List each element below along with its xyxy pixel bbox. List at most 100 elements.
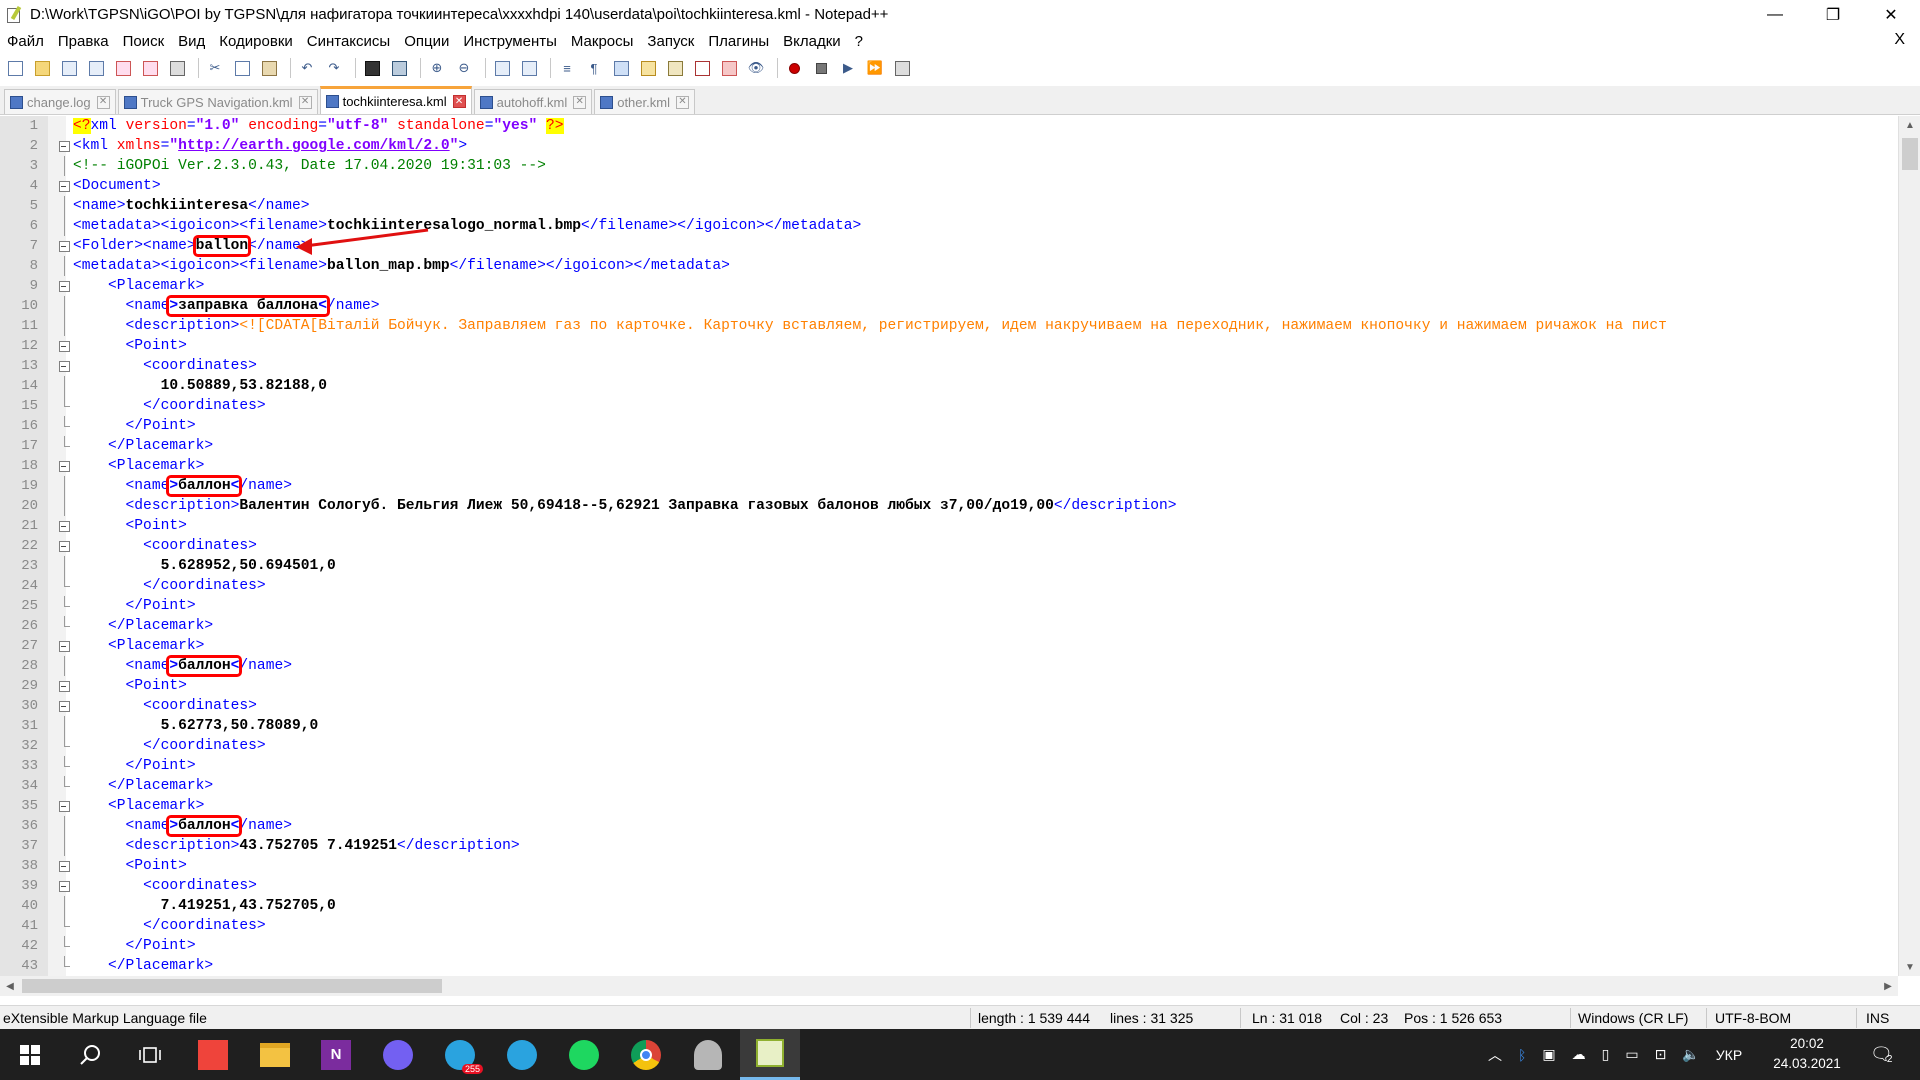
show-all-chars-icon[interactable]: ¶ — [583, 57, 605, 79]
horizontal-scrollbar[interactable]: ◀ ▶ — [0, 976, 1898, 996]
stop-macro-icon[interactable] — [810, 57, 832, 79]
undo-icon[interactable]: ↶ — [296, 57, 318, 79]
run-macro-multiple-icon[interactable]: ⏩ — [864, 57, 886, 79]
fold-toggle[interactable] — [59, 876, 70, 896]
minimize-button[interactable]: — — [1746, 0, 1804, 29]
play-macro-icon[interactable]: ▶ — [837, 57, 859, 79]
print-icon[interactable] — [166, 57, 188, 79]
vertical-scrollbar[interactable]: ▲ ▼ — [1898, 116, 1920, 976]
menu-run[interactable]: Запуск — [640, 33, 701, 50]
redo-icon[interactable]: ↷ — [323, 57, 345, 79]
status-insert-mode[interactable]: INS — [1866, 1010, 1889, 1026]
fold-toggle[interactable] — [59, 276, 70, 296]
tab-other[interactable]: other.kml ✕ — [594, 89, 695, 114]
save-all-icon[interactable] — [85, 57, 107, 79]
volume-icon[interactable]: 🔈 — [1682, 1046, 1699, 1063]
tab-close-icon[interactable]: ✕ — [573, 95, 587, 109]
taskbar-app[interactable] — [678, 1029, 738, 1080]
network-icon[interactable]: ⊡ — [1655, 1046, 1667, 1063]
fold-toggle[interactable] — [59, 796, 70, 816]
udl-icon[interactable] — [637, 57, 659, 79]
fold-toggle[interactable] — [59, 136, 70, 156]
function-list-icon[interactable] — [691, 57, 713, 79]
chevron-up-icon[interactable]: ︿ — [1488, 1045, 1502, 1065]
menu-file[interactable]: Файл — [0, 33, 51, 50]
language-indicator[interactable]: УКР — [1716, 1047, 1742, 1063]
fold-toggle[interactable] — [59, 856, 70, 876]
folder-workspace-icon[interactable] — [718, 57, 740, 79]
taskbar-chrome[interactable] — [616, 1029, 676, 1080]
search-button[interactable] — [60, 1029, 120, 1080]
fold-toggle[interactable] — [59, 336, 70, 356]
clock[interactable]: 20:02 24.03.2021 — [1762, 1034, 1852, 1074]
tab-close-icon[interactable]: ✕ — [298, 95, 312, 109]
menu-settings[interactable]: Опции — [397, 33, 456, 50]
taskbar-spotify[interactable] — [554, 1029, 614, 1080]
paste-icon[interactable] — [258, 57, 280, 79]
menu-plugins[interactable]: Плагины — [701, 33, 776, 50]
doc-map-icon[interactable] — [664, 57, 686, 79]
tab-close-icon[interactable]: ✕ — [452, 95, 466, 108]
scroll-down-icon[interactable]: ▼ — [1899, 958, 1920, 976]
usb-icon[interactable]: ▯ — [1602, 1046, 1610, 1063]
status-eol[interactable]: Windows (CR LF) — [1578, 1010, 1688, 1026]
taskbar-notepadpp[interactable] — [740, 1029, 800, 1080]
indent-guide-icon[interactable] — [610, 57, 632, 79]
monitoring-icon[interactable]: 👁 — [745, 57, 767, 79]
fold-toggle[interactable] — [59, 536, 70, 556]
tab-tochkiinteresa[interactable]: tochkiinteresa.kml ✕ — [319, 86, 472, 114]
menu-search[interactable]: Поиск — [116, 33, 172, 50]
battery-icon[interactable]: ▭ — [1625, 1046, 1638, 1063]
taskbar-telegram[interactable]: 255 — [430, 1029, 490, 1080]
tab-autohoff[interactable]: autohoff.kml ✕ — [473, 89, 593, 114]
menu-view[interactable]: Вид — [171, 33, 212, 50]
menu-window[interactable]: Вкладки — [776, 33, 848, 50]
bluetooth-icon[interactable]: ᛒ — [1518, 1047, 1526, 1063]
fold-toggle[interactable] — [59, 676, 70, 696]
taskbar-onenote[interactable]: N — [306, 1029, 366, 1080]
taskbar-viber[interactable] — [368, 1029, 428, 1080]
status-encoding[interactable]: UTF-8-BOM — [1715, 1010, 1791, 1026]
save-icon[interactable] — [58, 57, 80, 79]
menu-tools[interactable]: Инструменты — [456, 33, 564, 50]
menu-language[interactable]: Синтаксисы — [300, 33, 397, 50]
cut-icon[interactable]: ✂ — [204, 57, 226, 79]
fold-toggle[interactable] — [59, 516, 70, 536]
close-document-button[interactable]: X — [1887, 31, 1912, 49]
replace-icon[interactable] — [388, 57, 410, 79]
open-file-icon[interactable] — [31, 57, 53, 79]
scroll-thumb[interactable] — [22, 979, 442, 993]
close-all-icon[interactable] — [139, 57, 161, 79]
close-file-icon[interactable] — [112, 57, 134, 79]
taskbar-telegram-2[interactable] — [492, 1029, 552, 1080]
tab-change-log[interactable]: change.log ✕ — [4, 89, 116, 114]
taskbar-explorer[interactable] — [245, 1029, 305, 1080]
zoom-in-icon[interactable]: ⊕ — [426, 57, 448, 79]
menu-encoding[interactable]: Кодировки — [212, 33, 299, 50]
scroll-thumb[interactable] — [1902, 138, 1918, 170]
fold-toggle[interactable] — [59, 356, 70, 376]
copy-icon[interactable] — [231, 57, 253, 79]
taskbar-anydesk[interactable] — [183, 1029, 243, 1080]
task-view-button[interactable] — [120, 1029, 180, 1080]
menu-help[interactable]: ? — [848, 33, 870, 50]
onedrive-icon[interactable]: ☁ — [1572, 1046, 1586, 1063]
editor-area[interactable]: 1 <?xml version="1.0" encoding="utf-8" st… — [0, 116, 1920, 976]
close-button[interactable]: ✕ — [1862, 0, 1920, 29]
sync-vertical-icon[interactable] — [491, 57, 513, 79]
fold-toggle[interactable] — [59, 236, 70, 256]
save-macro-icon[interactable] — [891, 57, 913, 79]
scroll-up-icon[interactable]: ▲ — [1899, 116, 1920, 134]
fold-toggle[interactable] — [59, 636, 70, 656]
scroll-left-icon[interactable]: ◀ — [0, 976, 20, 996]
notification-center[interactable]: 🗨 2 — [1870, 1029, 1893, 1080]
tab-close-icon[interactable]: ✕ — [96, 95, 110, 109]
device-icon[interactable]: ▣ — [1542, 1046, 1555, 1063]
fold-toggle[interactable] — [59, 176, 70, 196]
sync-horizontal-icon[interactable] — [518, 57, 540, 79]
start-button[interactable] — [0, 1029, 60, 1080]
word-wrap-icon[interactable]: ≡ — [556, 57, 578, 79]
menu-macro[interactable]: Макросы — [564, 33, 641, 50]
scroll-right-icon[interactable]: ▶ — [1878, 976, 1898, 996]
tab-close-icon[interactable]: ✕ — [675, 95, 689, 109]
